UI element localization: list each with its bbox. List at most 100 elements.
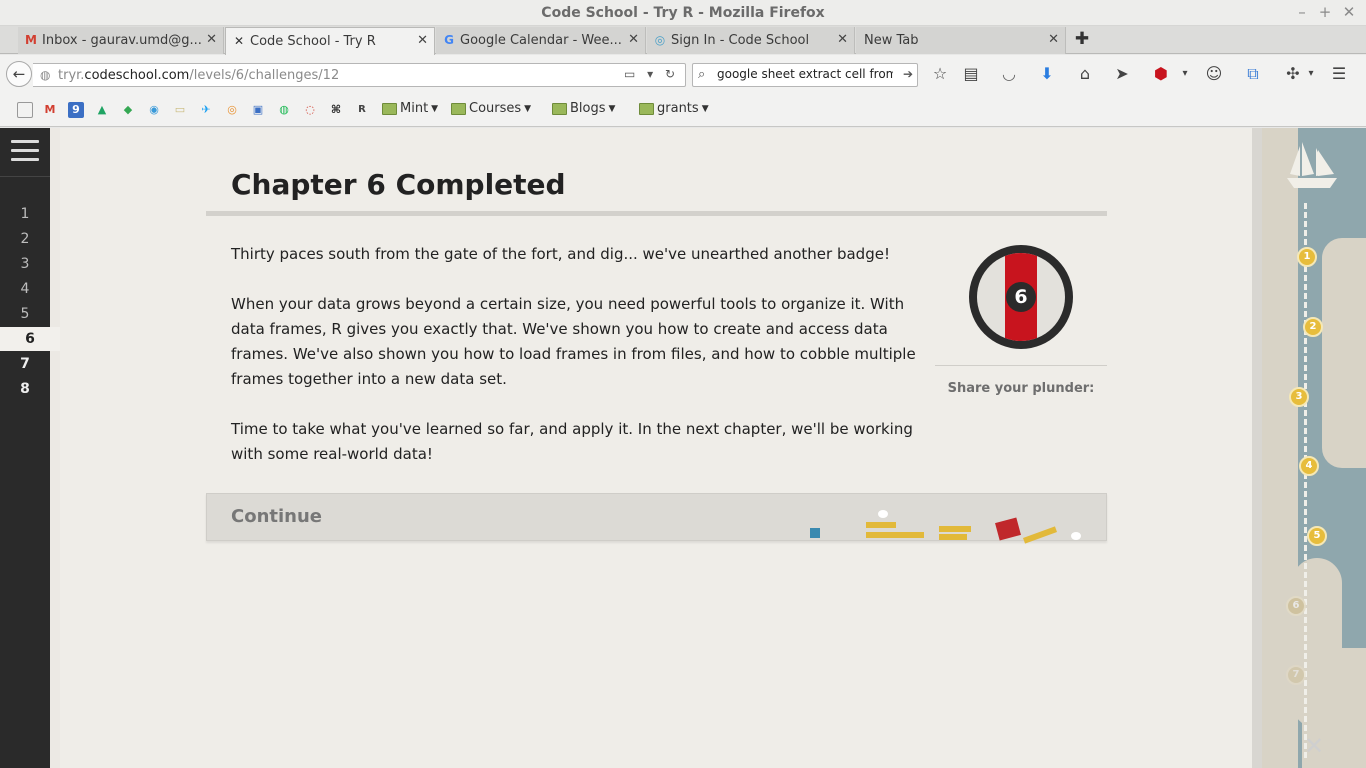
- extension-dropdown-icon[interactable]: ▾: [1300, 68, 1322, 79]
- pocket-icon[interactable]: ◡: [998, 64, 1020, 83]
- reading-list-icon[interactable]: ▤: [960, 64, 982, 83]
- chapter-link-8[interactable]: 8: [0, 377, 50, 401]
- gold-bar-icon: [866, 522, 896, 528]
- chapter-link-6[interactable]: 6: [0, 327, 60, 351]
- app-bookmark-icon[interactable]: ▣: [250, 102, 266, 118]
- close-tab-icon[interactable]: ✕: [417, 33, 428, 48]
- gmail-icon: M: [25, 33, 37, 47]
- summary-paragraph: When your data grows beyond a certain si…: [231, 295, 916, 388]
- ring-bookmark-icon[interactable]: ◌: [302, 102, 318, 118]
- bookmark-folder-courses[interactable]: Courses ▼: [451, 101, 531, 116]
- url-bar[interactable]: ◍ tryr.codeschool.com/levels/6/challenge…: [33, 63, 686, 87]
- gmail-bookmark-icon[interactable]: M: [42, 102, 58, 118]
- gold-bar-icon: [1022, 526, 1058, 544]
- close-tab-icon[interactable]: ✕: [628, 32, 639, 47]
- window-titlebar: Code School - Try R - Mozilla Firefox – …: [0, 0, 1366, 26]
- blue-gem-icon: [810, 528, 820, 538]
- maps-bookmark-icon[interactable]: ◆: [120, 102, 136, 118]
- tab-label: Code School - Try R: [250, 34, 376, 49]
- spotify-bookmark-icon[interactable]: ◍: [276, 102, 292, 118]
- chapter-link-4[interactable]: 4: [0, 277, 50, 301]
- folder-icon: [639, 102, 654, 115]
- tab-inbox[interactable]: M Inbox - gaurav.umd@g... ✕: [18, 27, 224, 54]
- chapter-link-1[interactable]: 1: [0, 202, 50, 226]
- gold-bar-icon: [939, 526, 971, 532]
- tab-sign-in[interactable]: ◎ Sign In - Code School ✕: [647, 27, 855, 54]
- continue-button[interactable]: Continue: [206, 493, 1107, 544]
- web-page: 1 2 3 4 5 6 7 8 Chapter 6 Completed Thir…: [0, 128, 1366, 768]
- chapter-link-7[interactable]: 7: [0, 352, 50, 376]
- code-school-icon: ◎: [654, 33, 666, 47]
- badge-inner: 6: [977, 253, 1065, 341]
- chapter-link-3[interactable]: 3: [0, 252, 50, 276]
- minimize-button[interactable]: –: [1293, 3, 1311, 21]
- new-tab-button[interactable]: ✚: [1072, 29, 1092, 49]
- circle-bookmark-icon[interactable]: ◉: [146, 102, 162, 118]
- home-icon[interactable]: ⌂: [1074, 64, 1096, 83]
- map-marker-3[interactable]: 3: [1289, 387, 1309, 407]
- search-go-icon[interactable]: ➔: [903, 67, 913, 81]
- folder-icon: [552, 102, 567, 115]
- close-tab-icon[interactable]: ✕: [837, 32, 848, 47]
- menu-icon[interactable]: ☰: [1328, 64, 1350, 83]
- adblock-dropdown-icon[interactable]: ▾: [1174, 68, 1196, 79]
- adblock-icon[interactable]: ⬢: [1150, 64, 1172, 83]
- gold-bar-icon: [939, 534, 967, 540]
- badge-number: 6: [1006, 282, 1036, 312]
- map-marker-2[interactable]: 2: [1303, 317, 1323, 337]
- r-bookmark-icon[interactable]: R: [354, 102, 370, 118]
- page-title: Chapter 6 Completed: [231, 168, 566, 201]
- tab-google-calendar[interactable]: G Google Calendar - Wee... ✕: [436, 27, 646, 54]
- bookmark-folder-grants[interactable]: grants ▼: [639, 101, 709, 116]
- chapter-badge: 6: [969, 245, 1073, 349]
- red-gem-icon: [995, 517, 1021, 541]
- bookmark-folder-blogs[interactable]: Blogs ▼: [552, 101, 615, 116]
- close-tab-icon[interactable]: ✕: [1048, 32, 1059, 47]
- github-bookmark-icon[interactable]: ⌘: [328, 102, 344, 118]
- back-button[interactable]: ←: [6, 61, 32, 87]
- hamburger-menu-icon[interactable]: [11, 140, 39, 164]
- map-marker-6[interactable]: 6: [1286, 596, 1306, 616]
- drive-bookmark-icon[interactable]: ▲: [94, 102, 110, 118]
- chapter-link-2[interactable]: 2: [0, 227, 50, 251]
- treasure-x-icon: ✕: [1304, 732, 1325, 760]
- chapter-summary: Thirty paces south from the gate of the …: [231, 242, 921, 492]
- chevron-down-icon: ▼: [608, 103, 616, 114]
- search-bar[interactable]: ⌕ ➔: [692, 63, 918, 87]
- close-tab-icon[interactable]: ✕: [206, 32, 217, 47]
- calendar-bookmark-icon[interactable]: 9: [68, 102, 84, 118]
- map-marker-1[interactable]: 1: [1297, 247, 1317, 267]
- search-input[interactable]: [717, 67, 893, 81]
- rss-bookmark-icon[interactable]: ◎: [224, 102, 240, 118]
- blank-bookmark-icon[interactable]: [17, 102, 33, 118]
- twitter-bookmark-icon[interactable]: ✈: [198, 102, 214, 118]
- summary-paragraph: Thirty paces south from the gate of the …: [231, 245, 890, 263]
- title-divider: [206, 211, 1107, 216]
- tab-new-tab[interactable]: New Tab ✕: [856, 27, 1066, 54]
- share-divider: [935, 365, 1107, 366]
- star-icon[interactable]: ☆: [929, 64, 951, 83]
- send-icon[interactable]: ➤: [1111, 64, 1133, 83]
- tab-label: Inbox - gaurav.umd@g...: [42, 33, 202, 48]
- map-marker-5[interactable]: 5: [1307, 526, 1327, 546]
- close-window-button[interactable]: ✕: [1340, 3, 1358, 21]
- map-marker-4[interactable]: 4: [1299, 456, 1319, 476]
- page-bookmark-icon[interactable]: ▭: [172, 102, 188, 118]
- download-icon[interactable]: ⬇: [1036, 64, 1058, 83]
- tab-strip: M Inbox - gaurav.umd@g... ✕ ✕ Code Schoo…: [0, 26, 1366, 55]
- maximize-button[interactable]: +: [1316, 3, 1334, 21]
- chapter-link-5[interactable]: 5: [0, 302, 50, 326]
- chapter-sidebar: 1 2 3 4 5 6 7 8: [0, 128, 60, 768]
- summary-paragraph: Time to take what you've learned so far,…: [231, 420, 913, 463]
- map-marker-7[interactable]: 7: [1286, 665, 1306, 685]
- folder-icon: [451, 102, 466, 115]
- pearl-icon: [1071, 532, 1081, 540]
- chat-icon[interactable]: ☺: [1203, 64, 1225, 83]
- ship-icon: [1287, 142, 1337, 188]
- tab-code-school[interactable]: ✕ Code School - Try R ✕: [225, 27, 435, 55]
- code-school-icon: ✕: [233, 34, 245, 48]
- reader-reload-controls[interactable]: ▭ ▾ ↻: [624, 67, 679, 81]
- tab-label: New Tab: [864, 33, 919, 48]
- screenshot-icon[interactable]: ⧉: [1242, 64, 1264, 84]
- bookmark-folder-mint[interactable]: Mint ▼: [382, 101, 438, 116]
